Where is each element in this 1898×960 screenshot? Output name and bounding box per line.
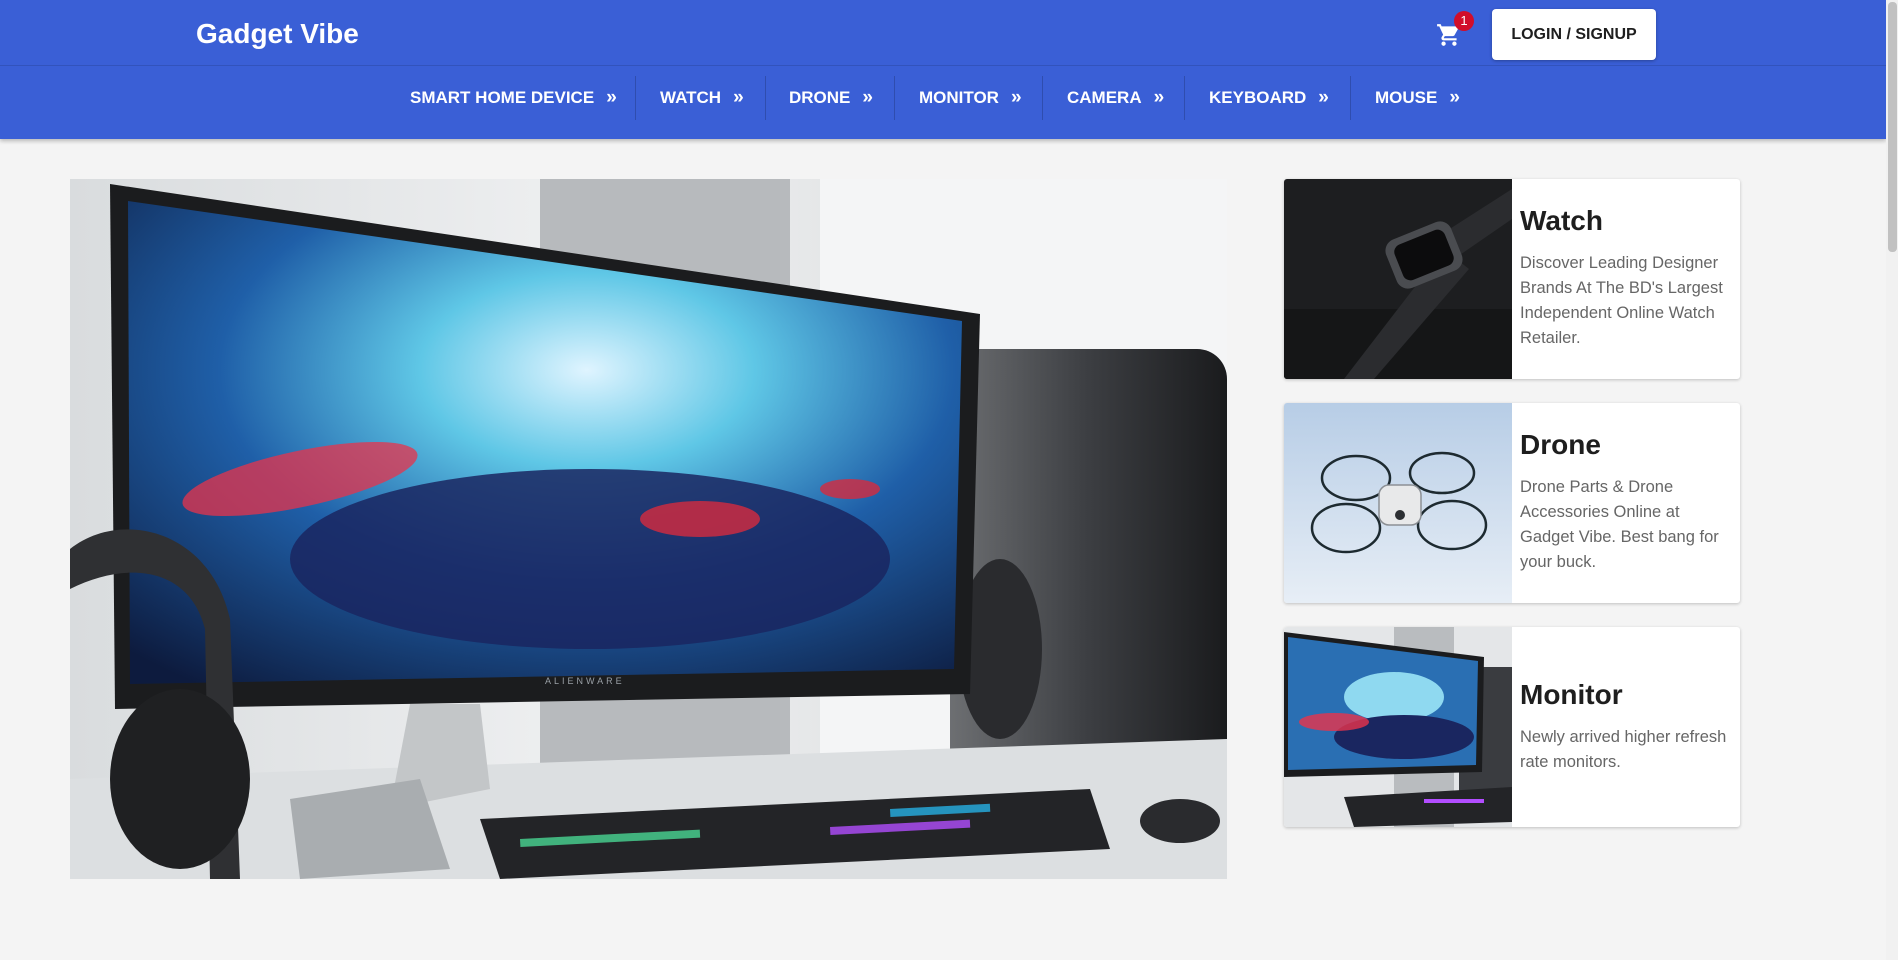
nav-watch[interactable]: WATCH » <box>660 74 744 122</box>
chevron-right-icon: » <box>1153 87 1165 108</box>
hero-banner-image[interactable]: ALIENWARE <box>70 179 1227 879</box>
category-nav: SMART HOME DEVICE » WATCH » DRONE » MONITOR… <box>0 74 1886 122</box>
site-header: Gadget Vibe 1 LOGIN / SIGNUP SMART HOME … <box>0 0 1886 139</box>
nav-drone[interactable]: DRONE » <box>789 74 873 122</box>
category-card-drone[interactable]: Drone Drone Parts & Drone Accessories On… <box>1284 403 1740 603</box>
cart-count-badge: 1 <box>1454 11 1474 31</box>
gaming-setup-illustration: ALIENWARE <box>70 179 1227 879</box>
nav-camera[interactable]: CAMERA » <box>1067 74 1164 122</box>
nav-divider <box>635 76 636 120</box>
chevron-right-icon: » <box>1318 87 1329 108</box>
nav-keyboard[interactable]: KEYBOARD » <box>1209 74 1329 122</box>
card-title: Monitor <box>1520 679 1623 710</box>
drone-thumbnail <box>1284 403 1512 603</box>
chevron-right-icon: » <box>606 87 617 108</box>
nav-divider <box>765 76 766 120</box>
nav-divider <box>1184 76 1185 120</box>
monitor-brand-text: ALIENWARE <box>545 676 625 686</box>
nav-divider <box>894 76 895 120</box>
nav-label: MONITOR <box>919 88 999 107</box>
chevron-right-icon: » <box>862 87 873 108</box>
scrollbar-thumb[interactable] <box>1888 2 1897 252</box>
nav-monitor[interactable]: MONITOR » <box>919 74 1022 122</box>
brand-logo[interactable]: Gadget Vibe <box>196 18 359 50</box>
mouse <box>1140 799 1220 843</box>
category-card-watch[interactable]: Watch Discover Leading Designer Brands A… <box>1284 179 1740 379</box>
cart-button[interactable]: 1 <box>1432 11 1474 52</box>
card-description: Drone Parts & Drone Accessories Online a… <box>1520 478 1719 571</box>
chevron-right-icon: » <box>733 87 744 108</box>
card-title: Drone <box>1520 429 1601 460</box>
top-bar: Gadget Vibe 1 LOGIN / SIGNUP <box>0 0 1886 66</box>
card-description: Discover Leading Designer Brands At The … <box>1520 254 1723 347</box>
nav-divider <box>1350 76 1351 120</box>
card-title: Watch <box>1520 205 1603 236</box>
nav-mouse[interactable]: MOUSE » <box>1375 74 1460 122</box>
watch-thumbnail <box>1284 179 1512 379</box>
login-signup-button[interactable]: LOGIN / SIGNUP <box>1492 9 1656 60</box>
nav-divider <box>1042 76 1043 120</box>
nav-smart-home-device[interactable]: SMART HOME DEVICE » <box>410 74 617 122</box>
nav-label: WATCH <box>660 88 722 107</box>
nav-label: MOUSE <box>1375 88 1438 107</box>
nav-label: DRONE <box>789 88 851 107</box>
chevron-right-icon: » <box>1010 87 1022 108</box>
nav-label: KEYBOARD <box>1209 88 1307 107</box>
card-description: Newly arrived higher refresh rate monito… <box>1520 728 1727 771</box>
nav-label: SMART HOME DEVICE <box>410 88 595 107</box>
chevron-right-icon: » <box>1449 87 1460 108</box>
category-card-monitor[interactable]: Monitor Newly arrived higher refresh rat… <box>1284 627 1740 827</box>
monitor-thumbnail <box>1284 627 1512 827</box>
nav-label: CAMERA <box>1067 88 1142 107</box>
